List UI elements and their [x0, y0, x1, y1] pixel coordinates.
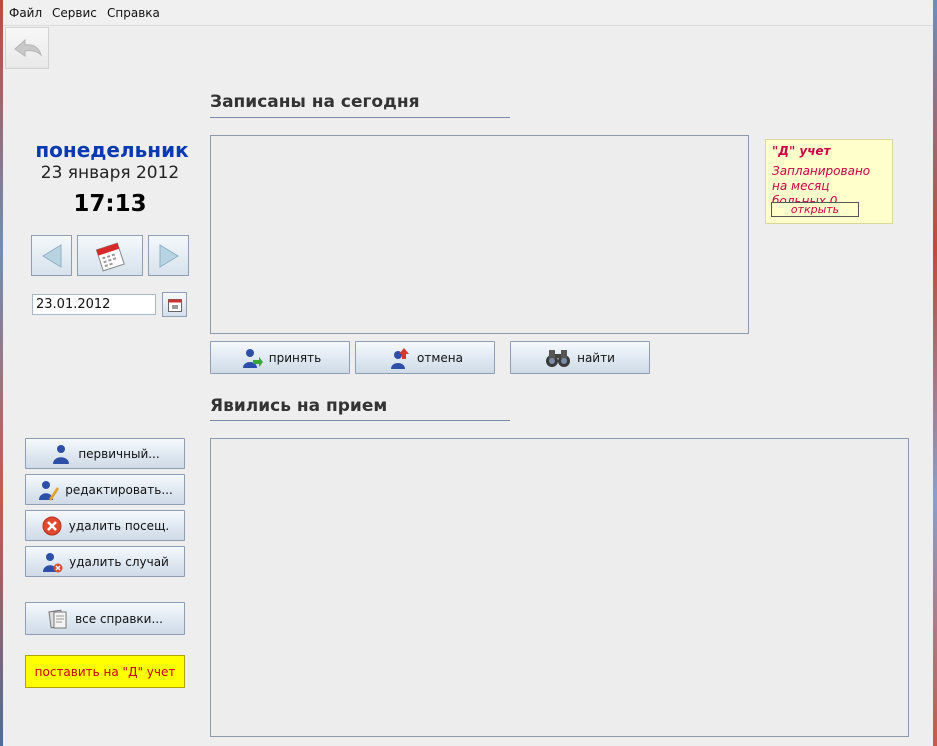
delete-case-label: удалить случай [69, 554, 169, 569]
today-button[interactable] [77, 235, 143, 276]
weekday-label: понедельник [35, 138, 189, 162]
attended-list[interactable] [210, 438, 909, 737]
clock-time: 17:13 [73, 191, 147, 217]
delete-visit-button[interactable]: удалить посещ. [25, 510, 185, 541]
date-text: 23 января 2012 [40, 163, 180, 183]
d-register-open-button[interactable]: открыть [771, 202, 859, 217]
user-cancel-icon [391, 347, 410, 369]
user-edit-icon [39, 480, 60, 501]
user-delete-icon [43, 552, 63, 572]
menu-bar: Файл Сервис Справка [3, 0, 933, 26]
window-edge-right [933, 0, 937, 746]
accept-label: принять [268, 350, 322, 365]
back-button[interactable] [5, 27, 49, 69]
menu-service[interactable]: Сервис [52, 6, 97, 20]
menu-help[interactable]: Справка [107, 6, 160, 20]
all-references-button[interactable]: все справки... [25, 602, 185, 635]
find-button[interactable]: найти [510, 341, 650, 374]
primary-visit-button[interactable]: первичный... [25, 438, 185, 469]
arrow-right-icon [159, 243, 179, 268]
user-icon [53, 444, 70, 464]
user-accept-icon [242, 348, 263, 368]
window-edge-left [0, 0, 3, 746]
delete-visit-label: удалить посещ. [68, 518, 170, 533]
edit-button[interactable]: редактировать... [25, 474, 185, 505]
date-picker-button[interactable] [162, 292, 187, 317]
edit-label: редактировать... [65, 482, 173, 497]
cancel-button[interactable]: отмена [355, 341, 495, 374]
all-references-label: все справки... [75, 611, 163, 626]
scheduled-list[interactable] [210, 135, 749, 334]
binoculars-icon [546, 349, 571, 367]
next-day-button[interactable] [148, 235, 189, 276]
calendar-icon [95, 241, 125, 271]
attended-title: Явились на прием [210, 396, 388, 416]
delete-icon [42, 516, 62, 535]
d-register-card: "Д" учет Запланировано на месяц больных … [765, 139, 893, 224]
scheduled-title: Записаны на сегодня [210, 92, 420, 112]
delete-case-button[interactable]: удалить случай [25, 546, 185, 577]
date-field[interactable] [32, 294, 156, 315]
find-label: найти [577, 350, 615, 365]
accept-button[interactable]: принять [210, 341, 350, 374]
calendar-small-icon [167, 298, 182, 312]
d-register-title: "Д" учет [772, 144, 831, 158]
d-register-add-button[interactable]: поставить на "Д" учет [25, 655, 185, 688]
cancel-label: отмена [417, 350, 463, 365]
scheduled-title-underline [210, 117, 510, 118]
attended-title-underline [210, 420, 510, 421]
menu-file[interactable]: Файл [9, 6, 42, 20]
arrow-left-icon [41, 243, 61, 268]
prev-day-button[interactable] [31, 235, 72, 276]
primary-visit-label: первичный... [78, 446, 160, 461]
documents-icon [48, 609, 67, 628]
back-arrow-icon [14, 38, 42, 57]
